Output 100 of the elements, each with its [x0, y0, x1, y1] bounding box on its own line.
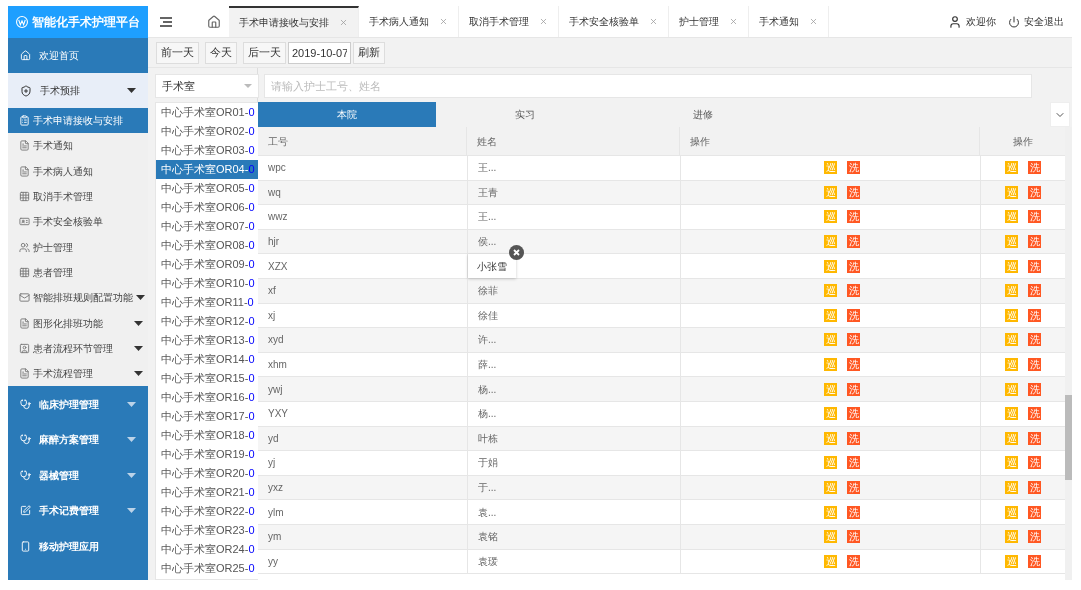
action-button[interactable]: 洗 — [1028, 481, 1041, 494]
menu-item[interactable]: 智能排班规则配置功能 — [8, 285, 148, 311]
action-button[interactable]: 洗 — [847, 456, 860, 470]
action-button[interactable]: 巡 — [1005, 210, 1018, 224]
action-button[interactable]: 洗 — [1028, 235, 1041, 249]
room-item[interactable]: 中心手术室OR17-0 — [156, 407, 260, 426]
action-button[interactable]: 洗 — [847, 235, 860, 249]
action-button[interactable]: 巡 — [1005, 456, 1018, 470]
menu-item[interactable]: 手术病人通知 — [8, 158, 148, 184]
menu-group[interactable]: 麻醉方案管理 — [8, 421, 148, 458]
day-button[interactable]: 前一天 — [156, 41, 199, 64]
room-item[interactable]: 中心手术室OR11-0 — [156, 293, 260, 312]
action-button[interactable]: 洗 — [847, 382, 860, 396]
action-button[interactable]: 洗 — [1028, 308, 1041, 322]
menu-item[interactable]: 手术申请接收与安排 — [8, 108, 148, 134]
room-item[interactable]: 中心手术室OR08-0 — [156, 236, 260, 255]
action-button[interactable]: 巡 — [824, 235, 837, 249]
action-button[interactable]: 洗 — [847, 259, 860, 273]
room-item[interactable]: 中心手术室OR19-0 — [156, 445, 260, 464]
action-button[interactable]: 巡 — [824, 210, 837, 224]
room-item[interactable]: 中心手术室OR25-0 — [156, 559, 260, 578]
room-item[interactable]: 中心手术室OR01-0 — [156, 103, 260, 122]
action-button[interactable]: 洗 — [847, 284, 860, 298]
action-button[interactable]: 洗 — [1028, 284, 1041, 298]
menu-group[interactable]: 手术记费管理 — [8, 492, 148, 529]
action-button[interactable]: 洗 — [847, 358, 860, 372]
menu-item[interactable]: 取消手术管理 — [8, 183, 148, 210]
action-button[interactable]: 洗 — [1028, 358, 1041, 372]
menu-item[interactable]: 手术通知 — [8, 133, 148, 159]
action-button[interactable]: 巡 — [824, 161, 837, 175]
menu-item[interactable]: 护士管理 — [8, 234, 148, 260]
action-button[interactable]: 巡 — [824, 259, 837, 273]
action-button[interactable]: 巡 — [824, 358, 837, 372]
room-item[interactable]: 中心手术室OR20-0 — [156, 464, 260, 483]
action-button[interactable]: 巡 — [824, 382, 837, 396]
page-tab[interactable]: 手术申请接收与安排 — [229, 6, 359, 37]
action-button[interactable]: 洗 — [847, 333, 860, 347]
action-button[interactable]: 洗 — [1028, 382, 1041, 396]
action-button[interactable]: 巡 — [1005, 505, 1018, 519]
menu-item[interactable]: 患者管理 — [8, 259, 148, 286]
action-button[interactable]: 洗 — [1028, 161, 1041, 175]
menu-item[interactable]: 欢迎首页 — [8, 38, 148, 73]
action-button[interactable]: 洗 — [1028, 259, 1041, 273]
action-button[interactable]: 巡 — [824, 505, 837, 519]
action-button[interactable]: 巡 — [824, 185, 837, 199]
action-button[interactable]: 巡 — [1005, 235, 1018, 249]
action-button[interactable]: 巡 — [1005, 333, 1018, 347]
action-button[interactable]: 洗 — [1028, 185, 1041, 199]
room-item[interactable]: 中心手术室OR23-0 — [156, 521, 260, 540]
action-button[interactable]: 巡 — [824, 431, 837, 445]
action-button[interactable]: 巡 — [824, 308, 837, 322]
room-item[interactable]: 中心手术室OR18-0 — [156, 426, 260, 445]
action-button[interactable]: 巡 — [824, 481, 837, 494]
action-button[interactable]: 洗 — [1028, 530, 1041, 544]
menu-item[interactable]: 手术流程管理 — [8, 360, 148, 387]
action-button[interactable]: 洗 — [847, 210, 860, 224]
action-button[interactable]: 巡 — [824, 530, 837, 544]
action-button[interactable]: 洗 — [847, 481, 860, 494]
refresh-button[interactable]: 刷新 — [353, 41, 385, 64]
action-button[interactable]: 洗 — [847, 161, 860, 175]
action-button[interactable]: 巡 — [1005, 284, 1018, 298]
room-item[interactable]: 中心手术室OR12-0 — [156, 312, 260, 331]
menu-group[interactable]: 手术预排 — [8, 73, 148, 108]
action-button[interactable]: 巡 — [1005, 481, 1018, 494]
action-button[interactable]: 巡 — [1005, 308, 1018, 322]
day-button[interactable]: 后一天 — [243, 41, 286, 64]
home-icon[interactable] — [207, 14, 221, 29]
action-button[interactable]: 巡 — [824, 333, 837, 347]
action-button[interactable]: 洗 — [847, 308, 860, 322]
action-button[interactable]: 洗 — [1028, 554, 1041, 568]
room-item[interactable]: 中心手术室OR14-0 — [156, 350, 260, 369]
room-item[interactable]: 中心手术室OR02-0 — [156, 122, 260, 141]
room-item[interactable]: 中心手术室OR06-0 — [156, 198, 260, 217]
action-button[interactable]: 洗 — [847, 407, 860, 421]
action-button[interactable]: 洗 — [847, 185, 860, 199]
menu-group[interactable]: 临床护理管理 — [8, 386, 148, 422]
close-icon[interactable] — [509, 245, 524, 261]
action-button[interactable]: 巡 — [1005, 407, 1018, 421]
action-button[interactable]: 巡 — [824, 284, 837, 298]
action-button[interactable]: 巡 — [1005, 382, 1018, 396]
menu-group[interactable]: 器械管理 — [8, 457, 148, 493]
menu-item[interactable]: 移动护理应用 — [8, 528, 148, 564]
action-button[interactable]: 巡 — [1005, 431, 1018, 445]
room-item[interactable]: 中心手术室OR04-0 — [156, 160, 260, 179]
action-button[interactable]: 巡 — [1005, 161, 1018, 175]
staff-tab[interactable]: 本院 — [258, 102, 436, 127]
action-button[interactable]: 洗 — [847, 431, 860, 445]
room-item[interactable]: 中心手术室OR13-0 — [156, 331, 260, 350]
room-item[interactable]: 中心手术室OR07-0 — [156, 217, 260, 236]
room-item[interactable]: 中心手术室OR03-0 — [156, 141, 260, 160]
room-item[interactable]: 中心手术室OR22-0 — [156, 502, 260, 521]
action-button[interactable]: 巡 — [824, 554, 837, 568]
action-button[interactable]: 洗 — [847, 505, 860, 519]
action-button[interactable]: 洗 — [847, 530, 860, 544]
expand-button[interactable] — [1050, 102, 1070, 127]
action-button[interactable]: 巡 — [824, 407, 837, 421]
action-button[interactable]: 巡 — [1005, 530, 1018, 544]
room-item[interactable]: 中心手术室OR05-0 — [156, 179, 260, 198]
menu-item[interactable]: 手术安全核验单 — [8, 209, 148, 235]
menu-item[interactable]: 图形化排班功能 — [8, 310, 148, 336]
